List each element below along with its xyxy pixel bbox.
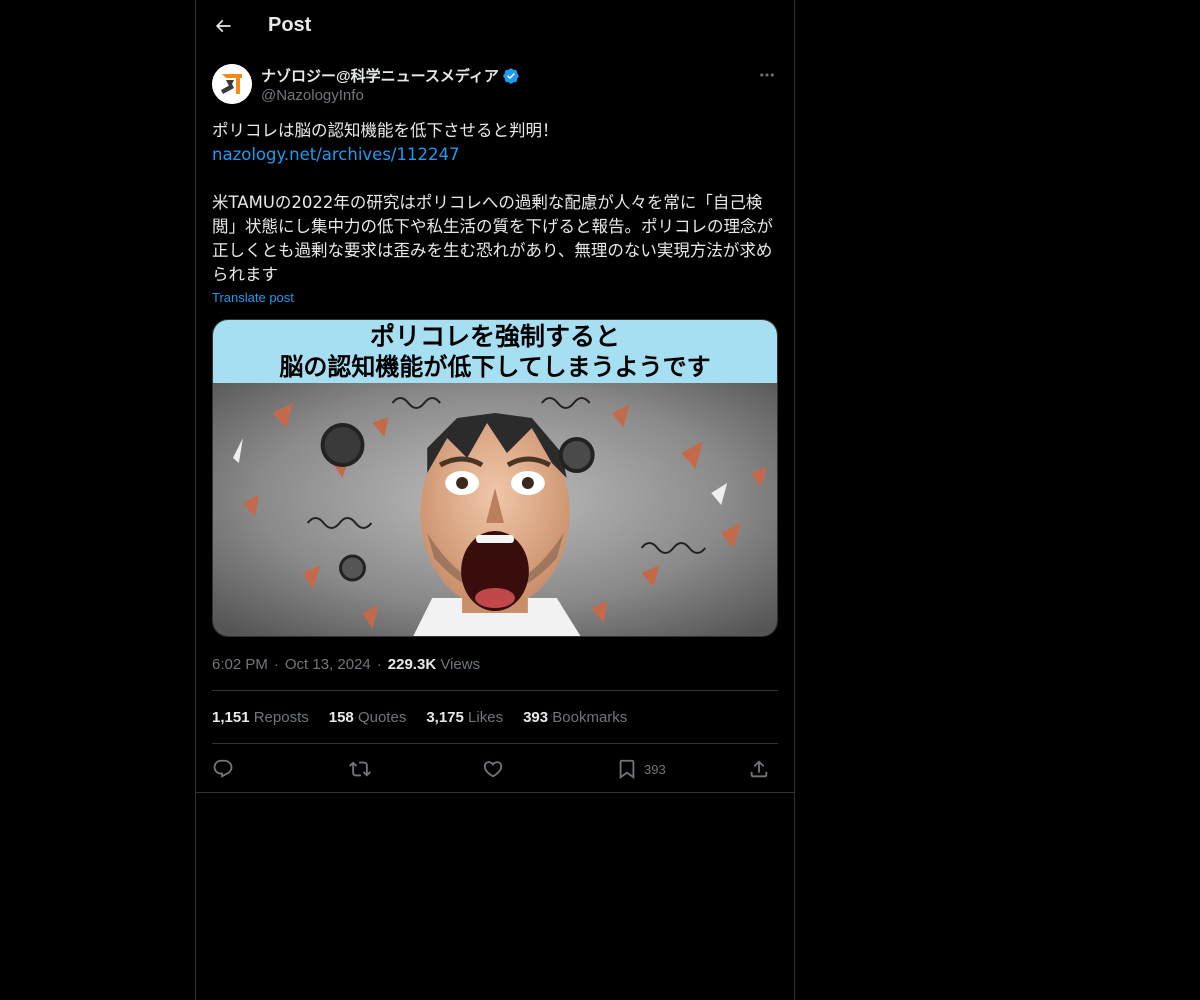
avatar[interactable] xyxy=(212,64,252,104)
reply-icon xyxy=(213,759,233,778)
bookmark-button[interactable]: 393 xyxy=(616,754,666,784)
more-dots-icon xyxy=(760,73,774,77)
views-label: Views xyxy=(440,656,481,673)
quotes-stat[interactable]: 158 Quotes xyxy=(329,709,407,726)
post-date[interactable]: Oct 13, 2024 xyxy=(285,656,371,673)
translate-post-link[interactable]: Translate post xyxy=(212,290,294,305)
likes-stat[interactable]: 3,175 Likes xyxy=(426,709,503,726)
repost-button[interactable] xyxy=(349,754,371,784)
post-body: 米TAMUの2022年の研究はポリコレへの過剰な配慮が人々を常に「自己検閲」状態… xyxy=(212,193,773,284)
divider xyxy=(212,743,778,744)
action-bar: 393 xyxy=(212,754,778,784)
nazology-logo xyxy=(212,64,252,104)
banner-line-2: 脳の認知機能が低下してしまうようです xyxy=(279,352,711,381)
engagement-stats: 1,151 Reposts 158 Quotes 3,175 Likes 393… xyxy=(212,709,647,726)
reposts-stat[interactable]: 1,151 Reposts xyxy=(212,709,309,726)
display-name[interactable]: ナゾロジー@科学ニュースメディア xyxy=(261,65,520,86)
separator: · xyxy=(376,656,382,673)
display-name-text: ナゾロジー@科学ニュースメディア xyxy=(261,68,499,85)
heart-icon xyxy=(483,761,503,778)
post-text: ポリコレは脳の認知機能を低下させると判明！ nazology.net/archi… xyxy=(212,119,778,287)
verified-badge-icon xyxy=(503,67,519,84)
share-button[interactable] xyxy=(748,754,770,784)
bookmark-count: 393 xyxy=(644,761,666,777)
post-headline: ポリコレは脳の認知機能を低下させると判明！ xyxy=(212,121,559,140)
repost-icon xyxy=(349,761,371,777)
reply-button[interactable] xyxy=(212,754,234,784)
post-metadata: 6:02 PM · Oct 13, 2024 · 229.3K Views xyxy=(212,656,480,673)
page-title: Post xyxy=(268,14,312,36)
post-time[interactable]: 6:02 PM xyxy=(212,656,268,673)
divider xyxy=(212,690,778,691)
exploding-head-photo xyxy=(213,383,777,636)
bookmark-icon xyxy=(619,759,635,780)
banner-line-1: ポリコレを強制すると xyxy=(369,321,620,351)
divider xyxy=(196,792,794,793)
user-handle[interactable]: @NazologyInfo xyxy=(261,87,364,104)
post-media-image[interactable]: ポリコレを強制すると 脳の認知機能が低下してしまうようです xyxy=(212,319,778,637)
post-author: ナゾロジー@科学ニュースメディア @NazologyInfo xyxy=(212,64,778,108)
separator: · xyxy=(273,656,279,673)
views-count: 229.3K xyxy=(387,656,437,673)
more-options-button[interactable] xyxy=(756,64,778,86)
post-column: Post ナゾロジー@科学ニュースメディア @NazologyInfo ポリコレ… xyxy=(195,0,795,1000)
share-icon xyxy=(750,760,768,778)
like-button[interactable] xyxy=(482,754,504,784)
article-link[interactable]: nazology.net/archives/112247 xyxy=(212,145,459,164)
back-arrow-icon xyxy=(215,19,231,33)
header: Post xyxy=(196,0,794,53)
back-button[interactable] xyxy=(206,9,240,43)
bookmarks-stat[interactable]: 393 Bookmarks xyxy=(523,709,627,726)
image-caption-banner: ポリコレを強制すると 脳の認知機能が低下してしまうようです xyxy=(213,320,777,383)
